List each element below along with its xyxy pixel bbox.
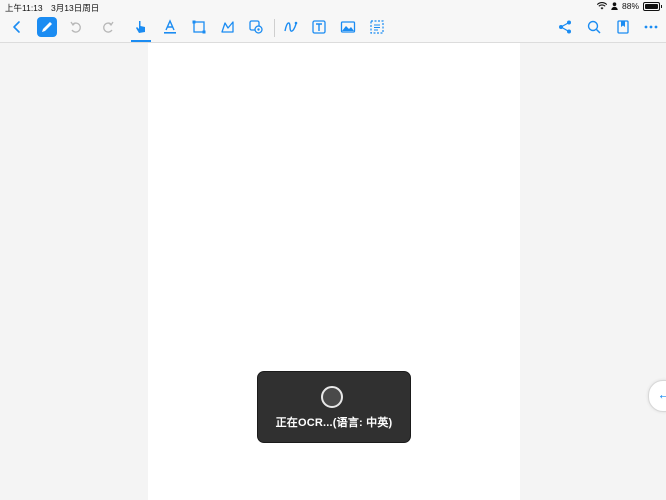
loading-spinner-icon (321, 386, 343, 408)
highlighter-tool-button[interactable] (159, 16, 181, 38)
dotted-select-button[interactable] (366, 16, 388, 38)
search-button[interactable] (583, 16, 605, 38)
bookmark-icon (617, 20, 629, 34)
rectangle-select-button[interactable] (188, 16, 210, 38)
text-box-button[interactable] (308, 16, 330, 38)
person-icon (611, 2, 618, 10)
curve-pen-icon (284, 21, 298, 32)
curve-pen-button[interactable] (280, 16, 302, 38)
text-box-icon (312, 20, 326, 34)
share-button[interactable] (554, 16, 576, 38)
undo-icon (70, 21, 81, 33)
shape-gear-icon (249, 20, 263, 34)
undo-button[interactable] (65, 16, 87, 38)
arrow-left-icon: ← (657, 386, 666, 402)
status-date: 3月13日周日 (51, 3, 100, 13)
more-button[interactable] (640, 16, 662, 38)
more-icon (644, 25, 658, 29)
lasso-tool-button[interactable] (217, 16, 239, 38)
pen-icon (42, 22, 52, 32)
ocr-status-text: 正在OCR...(语言: 中英) (275, 417, 393, 429)
search-icon (587, 20, 601, 34)
image-insert-button[interactable] (337, 16, 359, 38)
redo-icon (103, 21, 114, 33)
share-icon (559, 20, 571, 34)
battery-icon (643, 1, 662, 11)
status-bar: 上午11:13 3月13日周日 88% (0, 0, 666, 13)
shape-tool-button[interactable] (245, 16, 267, 38)
back-button[interactable] (6, 16, 28, 38)
dotted-select-icon (370, 20, 384, 34)
hand-pointer-icon (136, 21, 145, 33)
status-time: 上午11:13 (5, 3, 43, 13)
hand-tool-button[interactable] (130, 16, 152, 42)
battery-percent: 88% (621, 1, 639, 11)
pen-tool-button[interactable] (37, 17, 57, 37)
image-icon (340, 21, 356, 33)
back-icon (13, 21, 20, 33)
redo-button[interactable] (97, 16, 119, 38)
toolbar-divider (274, 19, 275, 37)
wifi-icon (596, 2, 607, 10)
lasso-icon (221, 21, 234, 33)
rectangle-select-icon (192, 20, 206, 34)
bookmark-button[interactable] (612, 16, 634, 38)
toolbar (0, 13, 666, 43)
side-panel-toggle[interactable]: ← (648, 380, 666, 412)
highlighter-icon (164, 19, 176, 34)
ocr-progress-toast: 正在OCR...(语言: 中英) (257, 371, 411, 443)
